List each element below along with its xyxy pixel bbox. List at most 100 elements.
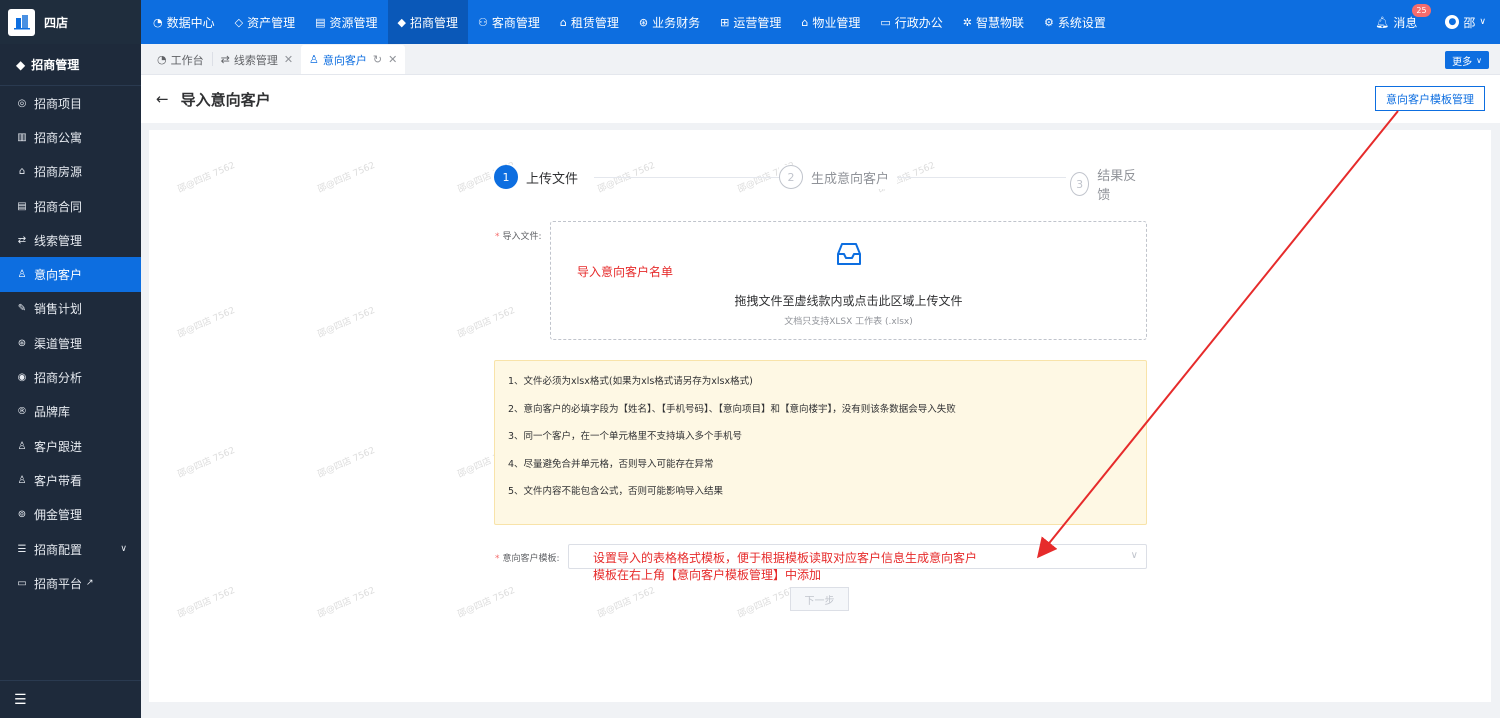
sidebar-item-followup[interactable]: ♙ 客户跟进 [0, 429, 141, 463]
nav-item-data-center[interactable]: ◔ 数据中心 [143, 0, 225, 44]
nav-item-settings[interactable]: ⚙ 系统设置 [1034, 0, 1116, 44]
refresh-icon[interactable]: ↻ [373, 53, 382, 66]
user-name: 邵 [1463, 15, 1476, 30]
nav-item-resource[interactable]: ▤ 资源管理 [305, 0, 387, 44]
collapse-icon: ☰ [14, 691, 27, 708]
watermark: 邵@四店 7562 [316, 585, 377, 620]
upload-main-text: 拖拽文件至虚线款内或点击此区域上传文件 [734, 294, 963, 308]
sidebar-item-brands[interactable]: ® 品牌库 [0, 395, 141, 429]
tab-leads[interactable]: ⇄ 线索管理 ✕ [213, 45, 301, 74]
more-tabs-button[interactable]: 更多 ∨ [1445, 51, 1489, 69]
upload-annotation: 导入意向客户名单 [577, 265, 674, 279]
house-icon: ⌂ [801, 15, 809, 29]
sidebar-item-channels[interactable]: ⊛ 渠道管理 [0, 326, 141, 360]
sidebar-item-rooms[interactable]: ⌂ 招商房源 [0, 155, 141, 189]
close-icon[interactable]: ✕ [388, 53, 397, 66]
plan-icon: ✎ [17, 303, 27, 315]
notice-line: 3、同一个客户，在一个单元格里不支持填入多个手机号 [508, 431, 743, 442]
tag-icon: ◆ [397, 15, 406, 29]
back-arrow-icon[interactable]: ← [156, 90, 169, 108]
import-notice: 1、文件必须为xlsx格式(如果为xls格式请另存为xlsx格式) 2、意向客户… [494, 360, 1147, 525]
monitor-icon: ▭ [880, 15, 891, 29]
step-result: 3 结果反馈 [1066, 165, 1146, 203]
template-select-label: * 意向客户模板: [495, 554, 560, 564]
upload-label: * 导入文件: [495, 232, 542, 242]
nav-item-office[interactable]: ▭ 行政办公 [870, 0, 952, 44]
channel-icon: ⊛ [17, 337, 27, 349]
notice-line: 5、文件内容不能包含公式，否则可能影响导入结果 [508, 486, 724, 497]
messages-button[interactable]: 🔔︎ 消息 25 [1375, 3, 1431, 31]
building-icon: ▥ [17, 131, 27, 143]
external-link-icon: ↗ [86, 578, 94, 589]
tab-intent-customers[interactable]: ♙ 意向客户 ↻ ✕ [301, 45, 406, 74]
grid-icon: ⊞ [720, 15, 730, 29]
sidebar-item-leads[interactable]: ⇄ 线索管理 [0, 223, 141, 257]
top-bar: 四店 ◔ 数据中心 ◇ 资产管理 ▤ 资源管理 ◆ 招商管理 ⚇ 客商管理 ⌂ 租赁管理 ⊛… [0, 0, 1500, 44]
avatar: ● [1445, 15, 1460, 29]
top-nav: ◔ 数据中心 ◇ 资产管理 ▤ 资源管理 ◆ 招商管理 ⚇ 客商管理 ⌂ 租赁管理 ⊛ 业务财… [141, 0, 1500, 44]
sidebar-item-analysis[interactable]: ◉ 招商分析 [0, 360, 141, 394]
gear-icon: ⚙ [1044, 15, 1054, 29]
watermark: 邵@四店 7562 [316, 160, 377, 195]
nav-item-customer[interactable]: ⚇ 客商管理 [468, 0, 550, 44]
network-icon: ✲ [962, 15, 973, 29]
chevron-down-icon: ∨ [120, 544, 127, 554]
follow-icon: ♙ [17, 440, 27, 452]
sidebar-item-commission[interactable]: ⊚ 佣金管理 [0, 498, 141, 532]
sidebar-item-contracts[interactable]: ▤ 招商合同 [0, 189, 141, 223]
inbox-icon [834, 240, 864, 271]
sidebar: ◆ 招商管理 ◎ 招商项目 ▥ 招商公寓 ⌂ 招商房源 ▤ 招商合同 ⇄ 线索管理 ♙ 意向客… [0, 44, 141, 718]
app-name: 四店 [44, 15, 69, 30]
nav-item-asset[interactable]: ◇ 资产管理 [225, 0, 305, 44]
tabs-bar: ◔ 工作台 ⇄ 线索管理 ✕ ♙ 意向客户 ↻ ✕ 更多 ∨ [141, 44, 1500, 75]
step-label: 生成意向客户 [811, 171, 890, 187]
notice-line: 4、尽量避免合并单元格，否则导入可能存在异常 [508, 458, 714, 470]
chevron-down-icon: ∨ [1476, 55, 1482, 65]
nav-item-iot[interactable]: ✲ 智慧物联 [953, 0, 1034, 44]
collapse-sidebar-button[interactable]: ☰ [0, 680, 141, 718]
step-generate: 2 生成意向客户 [779, 165, 898, 189]
user-icon: ♙ [309, 53, 319, 66]
upload-sub-text: 文档只支持XLSX 工作表 (.xlsx) [784, 317, 913, 327]
next-step-button[interactable]: 下一步 [790, 587, 849, 611]
nav-item-operation[interactable]: ⊞ 运营管理 [710, 0, 791, 44]
house-icon: ⌂ [18, 166, 26, 178]
watermark: 邵@四店 7562 [456, 305, 517, 340]
analysis-icon: ◉ [17, 372, 27, 384]
template-management-button[interactable]: 意向客户模板管理 [1375, 86, 1485, 111]
nav-item-lease[interactable]: ⌂ 租赁管理 [550, 0, 629, 44]
logo-area[interactable]: 四店 [0, 0, 141, 44]
document-icon: ▤ [17, 200, 27, 212]
coin-icon: ⊛ [638, 15, 649, 29]
sidebar-item-platform[interactable]: ▭ 招商平台 ↗ [0, 566, 141, 600]
step-line [594, 177, 784, 178]
close-icon[interactable]: ✕ [284, 53, 293, 66]
upload-dropzone[interactable]: 导入意向客户名单 拖拽文件至虚线款内或点击此区域上传文件 文档只支持XLSX 工… [550, 221, 1147, 340]
chevron-down-icon: ∨ [1130, 550, 1138, 561]
sidebar-item-apartments[interactable]: ▥ 招商公寓 [0, 120, 141, 154]
nav-item-finance[interactable]: ⊛ 业务财务 [629, 0, 710, 44]
nav-item-property[interactable]: ⌂ 物业管理 [791, 0, 870, 44]
sidebar-item-sales-plan[interactable]: ✎ 销售计划 [0, 292, 141, 326]
watermark: 邵@四店 7562 [736, 585, 797, 620]
user-menu[interactable]: ● 邵 ∨ [1445, 14, 1486, 31]
watermark: 邵@四店 7562 [176, 585, 237, 620]
sidebar-item-intent-customers[interactable]: ♙ 意向客户 [0, 257, 141, 292]
sidebar-item-config[interactable]: ☰ 招商配置 ∨ [0, 532, 141, 566]
tab-workbench[interactable]: ◔ 工作台 [149, 45, 212, 74]
steps: 1 上传文件 2 生成意向客户 3 结果反馈 [494, 165, 1146, 203]
sidebar-item-projects[interactable]: ◎ 招商项目 [0, 86, 141, 120]
template-annotation-line2: 模板在右上角【意向客户模板管理】中添加 [593, 568, 822, 582]
nav-item-investment[interactable]: ◆ 招商管理 [387, 0, 469, 44]
page-header: ← 导入意向客户 意向客户模板管理 [141, 75, 1500, 123]
sidebar-item-viewing[interactable]: ♙ 客户带看 [0, 463, 141, 497]
watermark: 邵@四店 7562 [176, 445, 237, 480]
users-icon: ⚇ [478, 15, 488, 29]
watermark: 邵@四店 7562 [176, 160, 237, 195]
bell-icon: 🔔︎ [1375, 15, 1390, 29]
main-content: 邵@四店 7562 邵@四店 7562 邵@四店 7562 邵@四店 7562 … [149, 130, 1491, 702]
logo-icon [8, 8, 35, 36]
building-icon: ▤ [315, 15, 326, 29]
cube-icon: ◇ [234, 15, 244, 29]
nav-right: 🔔︎ 消息 25 ● 邵 ∨ [1375, 3, 1500, 31]
